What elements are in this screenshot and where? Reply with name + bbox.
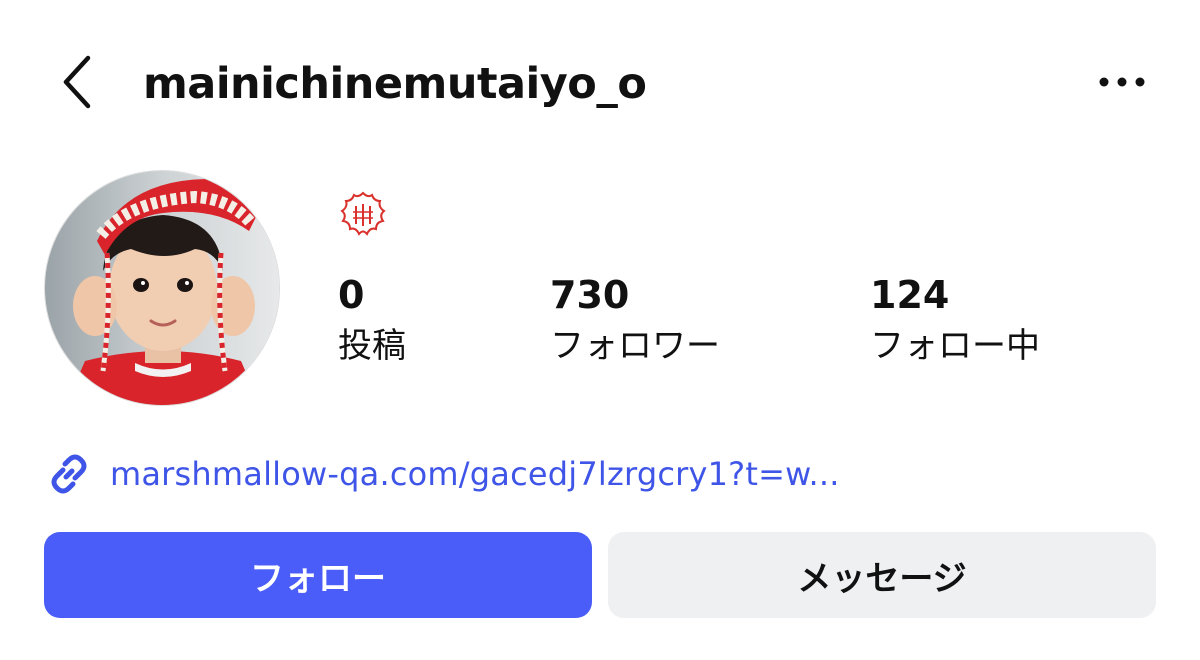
profile-page: mainichinemutaiyo_o 0 投稿 730 フォロワー 124 フ…	[0, 0, 1200, 660]
link-url: marshmallow-qa.com/gacedj7lzrgcry1?t=w..…	[110, 455, 840, 493]
avatar-photo	[45, 171, 279, 405]
following-label: フォロー中	[870, 326, 1040, 366]
profile-username: mainichinemutaiyo_o	[143, 59, 647, 109]
red-seal-icon	[340, 191, 386, 236]
followers-count: 730	[550, 273, 630, 317]
posts-label: 投稿	[338, 326, 406, 366]
stat-posts[interactable]: 0 投稿	[338, 270, 406, 370]
more-options-button[interactable]	[1090, 64, 1154, 100]
profile-link[interactable]: marshmallow-qa.com/gacedj7lzrgcry1?t=w..…	[44, 448, 840, 500]
stat-followers[interactable]: 730 フォロワー	[550, 270, 720, 370]
back-button[interactable]	[44, 50, 108, 114]
stat-following[interactable]: 124 フォロー中	[870, 270, 1040, 370]
message-button[interactable]: メッセージ	[608, 532, 1156, 618]
more-horizontal-icon	[1099, 77, 1145, 87]
followers-label: フォロワー	[550, 326, 720, 366]
follow-button[interactable]: フォロー	[44, 532, 592, 618]
profile-badge	[338, 190, 388, 240]
link-icon	[51, 454, 87, 494]
following-count: 124	[870, 273, 950, 317]
avatar[interactable]	[44, 170, 280, 406]
posts-count: 0	[338, 273, 365, 317]
chevron-left-icon	[63, 55, 91, 109]
